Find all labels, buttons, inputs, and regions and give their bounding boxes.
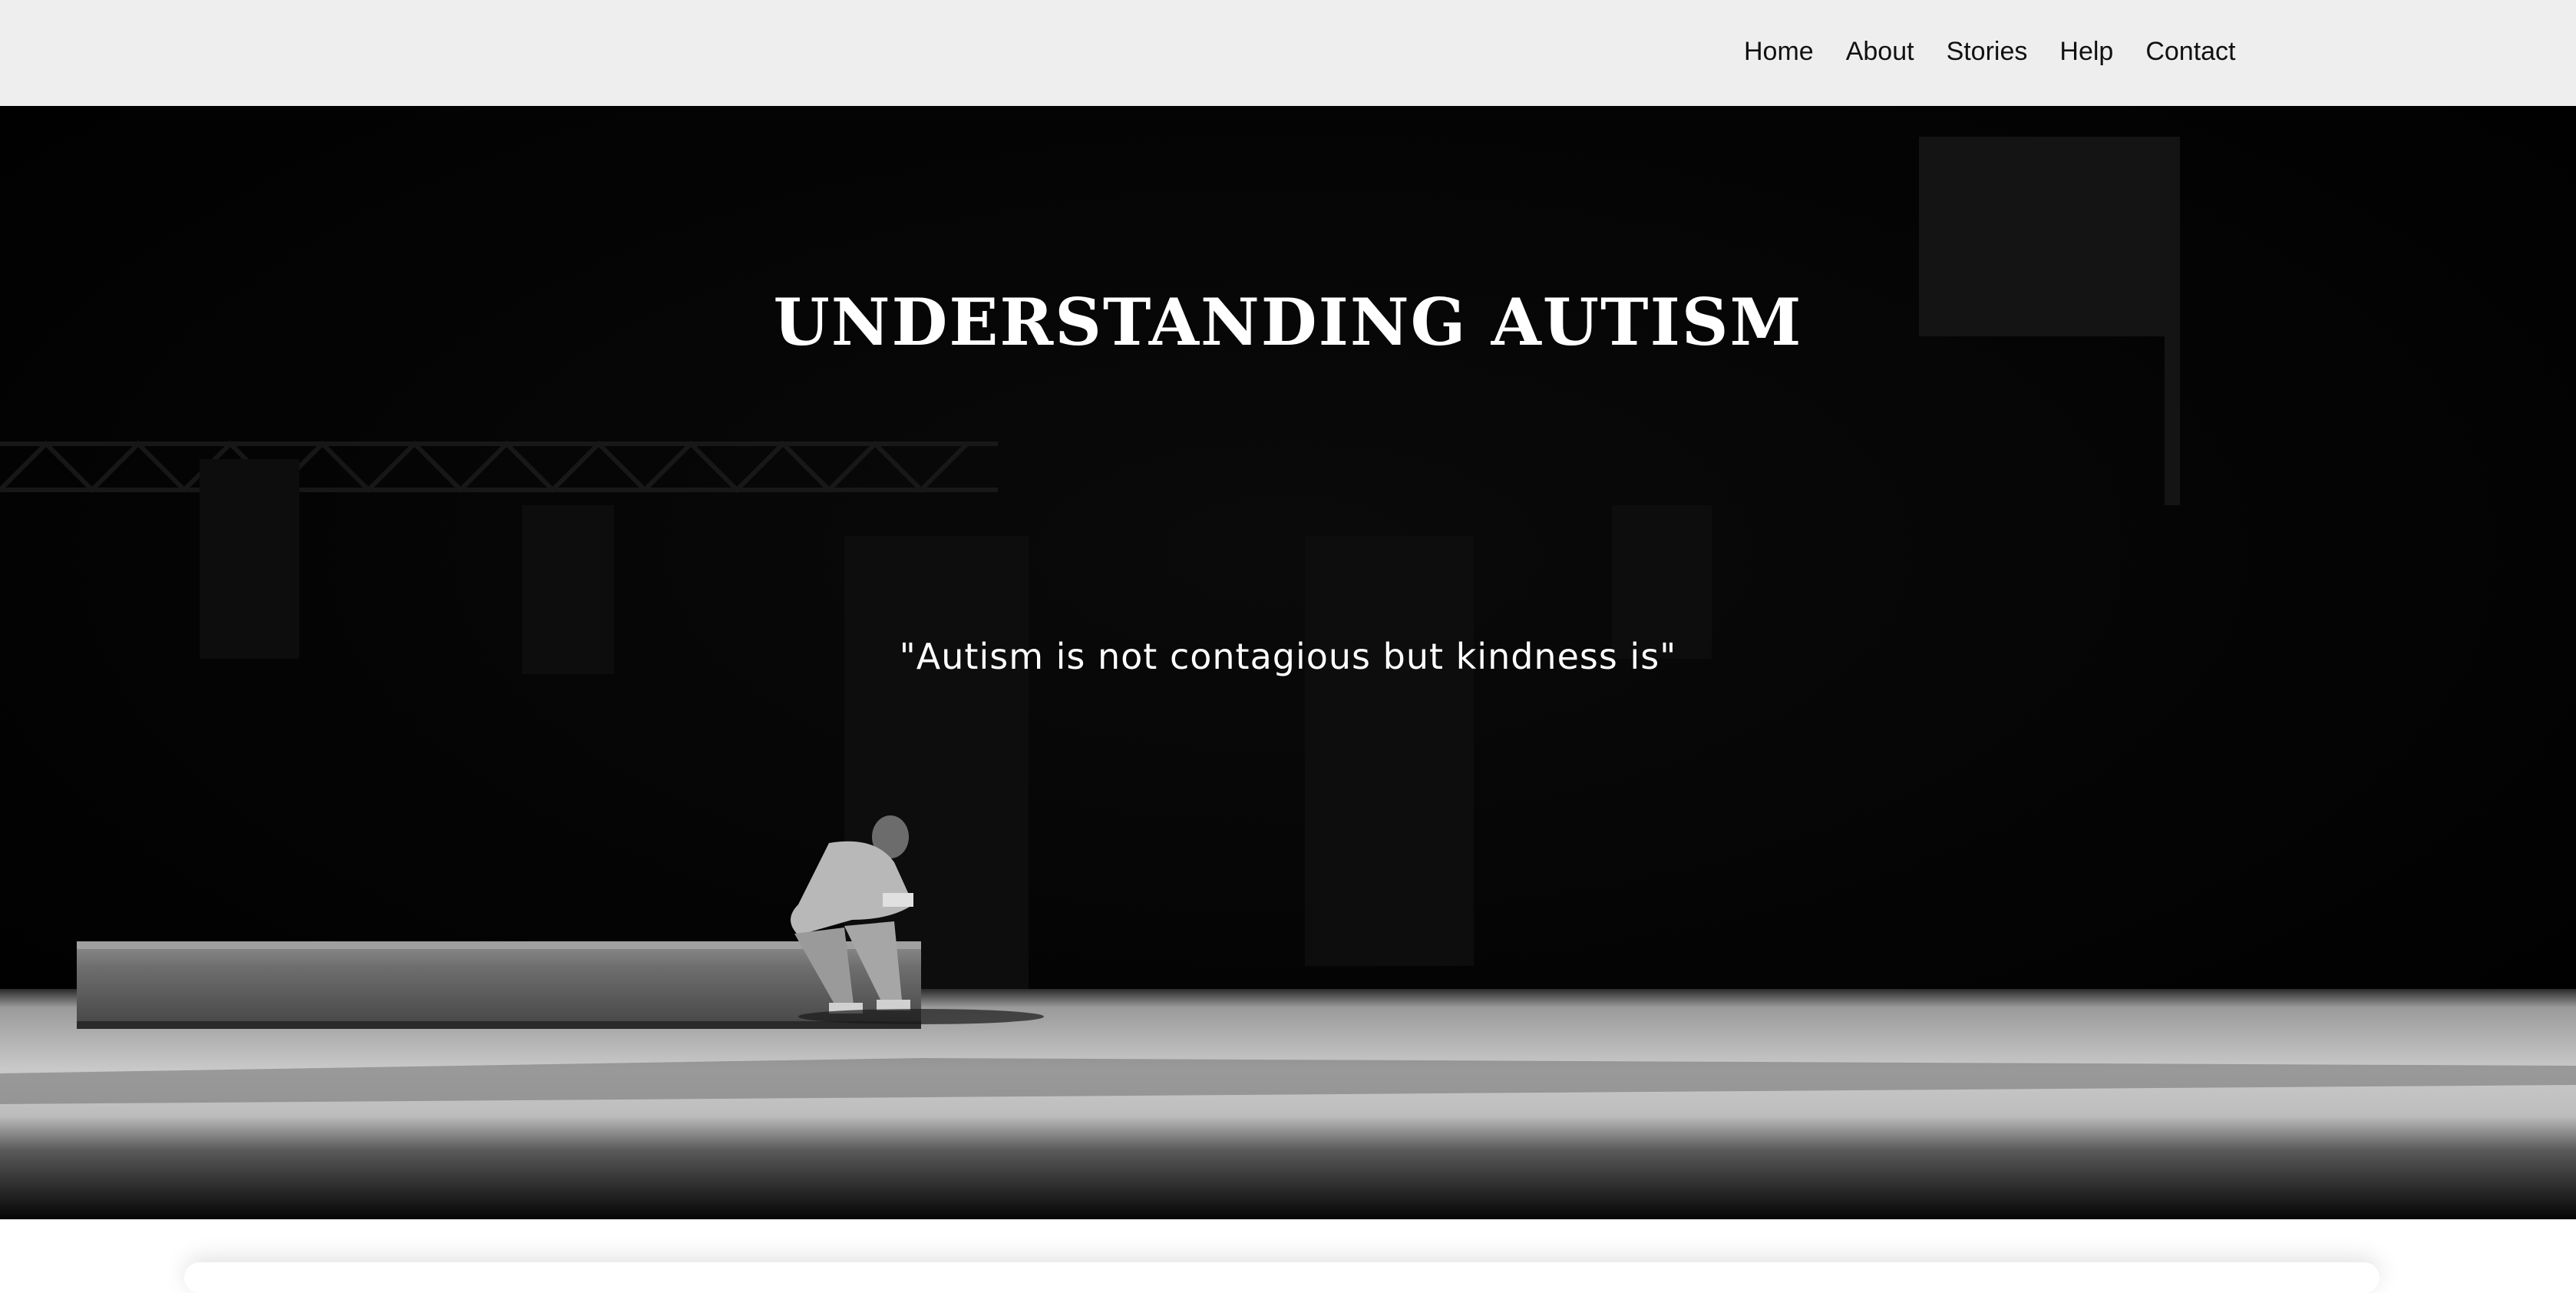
top-navbar: Home About Stories Help Contact	[0, 0, 2576, 106]
hero-quote: "Autism is not contagious but kindness i…	[899, 636, 1677, 677]
below-hero-area	[0, 1219, 2576, 1293]
nav-link-about[interactable]: About	[1846, 37, 1914, 67]
content-card-top	[184, 1262, 2379, 1293]
nav-link-help[interactable]: Help	[2059, 37, 2113, 67]
hero-title: UNDERSTANDING AUTISM	[773, 284, 1803, 360]
hero-section: UNDERSTANDING AUTISM "Autism is not cont…	[0, 106, 2576, 1219]
nav-link-contact[interactable]: Contact	[2145, 37, 2235, 67]
nav-link-stories[interactable]: Stories	[1947, 37, 2028, 67]
nav-menu: Home About Stories Help Contact	[1744, 0, 2236, 103]
nav-link-home[interactable]: Home	[1744, 37, 1814, 67]
